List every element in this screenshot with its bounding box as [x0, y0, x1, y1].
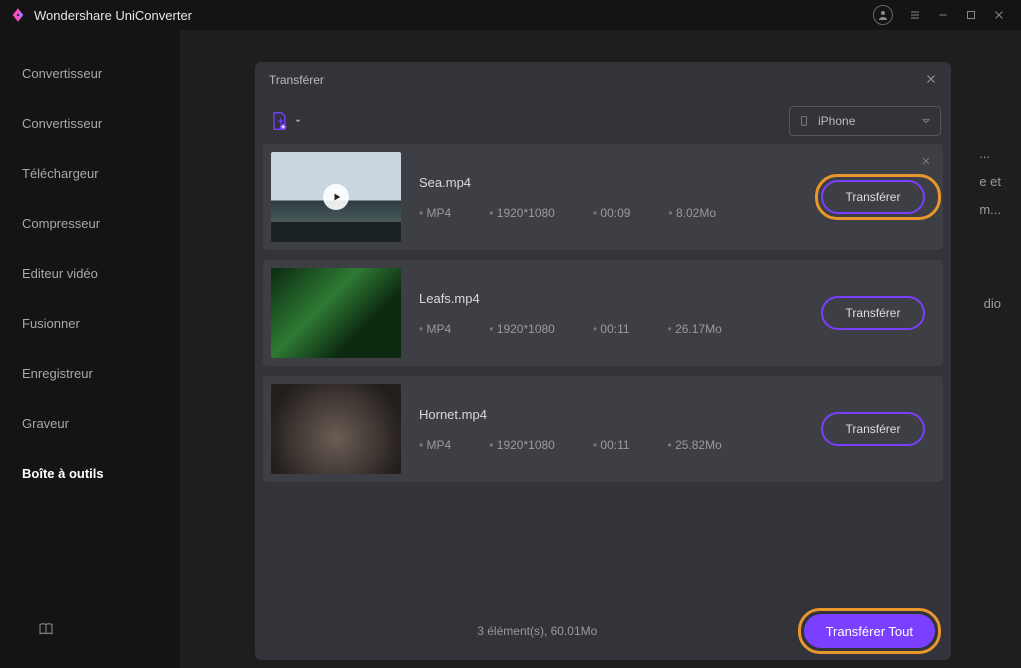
app-logo-icon: [10, 7, 26, 23]
nav-converter-2[interactable]: Convertisseur: [0, 98, 180, 148]
transfer-button[interactable]: Transférer: [821, 296, 925, 330]
chevron-down-icon: [293, 116, 303, 126]
chevron-down-icon: [920, 114, 932, 128]
main-area: ... e et m... dio Transférer iPhone: [180, 30, 1021, 668]
file-list: Sea.mp4 MP4 1920*1080 00:09 8.02Mo Trans…: [255, 144, 951, 602]
add-file-button[interactable]: [263, 107, 309, 135]
nav-converter-1[interactable]: Convertisseur: [0, 48, 180, 98]
bg-text-2: dio: [984, 290, 1001, 318]
transfer-modal: Transférer iPhone: [255, 62, 951, 660]
thumbnail[interactable]: [271, 384, 401, 474]
bg-text: ... e et m...: [979, 140, 1001, 224]
app-name: Wondershare UniConverter: [34, 8, 873, 23]
nav-video-editor[interactable]: Editeur vidéo: [0, 248, 180, 298]
device-select[interactable]: iPhone: [789, 106, 941, 136]
maximize-button[interactable]: [959, 3, 983, 27]
transfer-button[interactable]: Transférer: [821, 180, 925, 214]
play-icon: [323, 184, 349, 210]
account-icon[interactable]: [873, 5, 893, 25]
remove-row-button[interactable]: [921, 154, 931, 169]
add-file-icon: [269, 111, 289, 131]
minimize-button[interactable]: [931, 3, 955, 27]
modal-close-button[interactable]: [925, 73, 937, 88]
modal-title: Transférer: [269, 73, 324, 87]
nav-burner[interactable]: Graveur: [0, 398, 180, 448]
file-name: Leafs.mp4: [419, 291, 821, 306]
file-props: MP4 1920*1080 00:09 8.02Mo: [419, 206, 821, 220]
nav-merge[interactable]: Fusionner: [0, 298, 180, 348]
file-name: Hornet.mp4: [419, 407, 821, 422]
sidebar: Convertisseur Convertisseur Téléchargeur…: [0, 30, 180, 668]
menu-icon[interactable]: [903, 3, 927, 27]
phone-icon: [798, 114, 810, 128]
transfer-button[interactable]: Transférer: [821, 412, 925, 446]
file-props: MP4 1920*1080 00:11 25.82Mo: [419, 438, 821, 452]
nav-compressor[interactable]: Compresseur: [0, 198, 180, 248]
device-label: iPhone: [818, 114, 855, 128]
thumbnail[interactable]: [271, 152, 401, 242]
nav-recorder[interactable]: Enregistreur: [0, 348, 180, 398]
file-name: Sea.mp4: [419, 175, 821, 190]
guide-icon[interactable]: [38, 621, 54, 640]
summary-text: 3 élément(s), 60.01Mo: [271, 624, 804, 638]
file-row: Leafs.mp4 MP4 1920*1080 00:11 26.17Mo Tr…: [263, 260, 943, 366]
file-props: MP4 1920*1080 00:11 26.17Mo: [419, 322, 821, 336]
file-row: Sea.mp4 MP4 1920*1080 00:09 8.02Mo Trans…: [263, 144, 943, 250]
thumbnail[interactable]: [271, 268, 401, 358]
nav-downloader[interactable]: Téléchargeur: [0, 148, 180, 198]
titlebar: Wondershare UniConverter: [0, 0, 1021, 30]
nav-toolbox[interactable]: Boîte à outils: [0, 448, 180, 498]
file-row: Hornet.mp4 MP4 1920*1080 00:11 25.82Mo T…: [263, 376, 943, 482]
close-window-button[interactable]: [987, 3, 1011, 27]
transfer-all-button[interactable]: Transférer Tout: [804, 614, 935, 648]
